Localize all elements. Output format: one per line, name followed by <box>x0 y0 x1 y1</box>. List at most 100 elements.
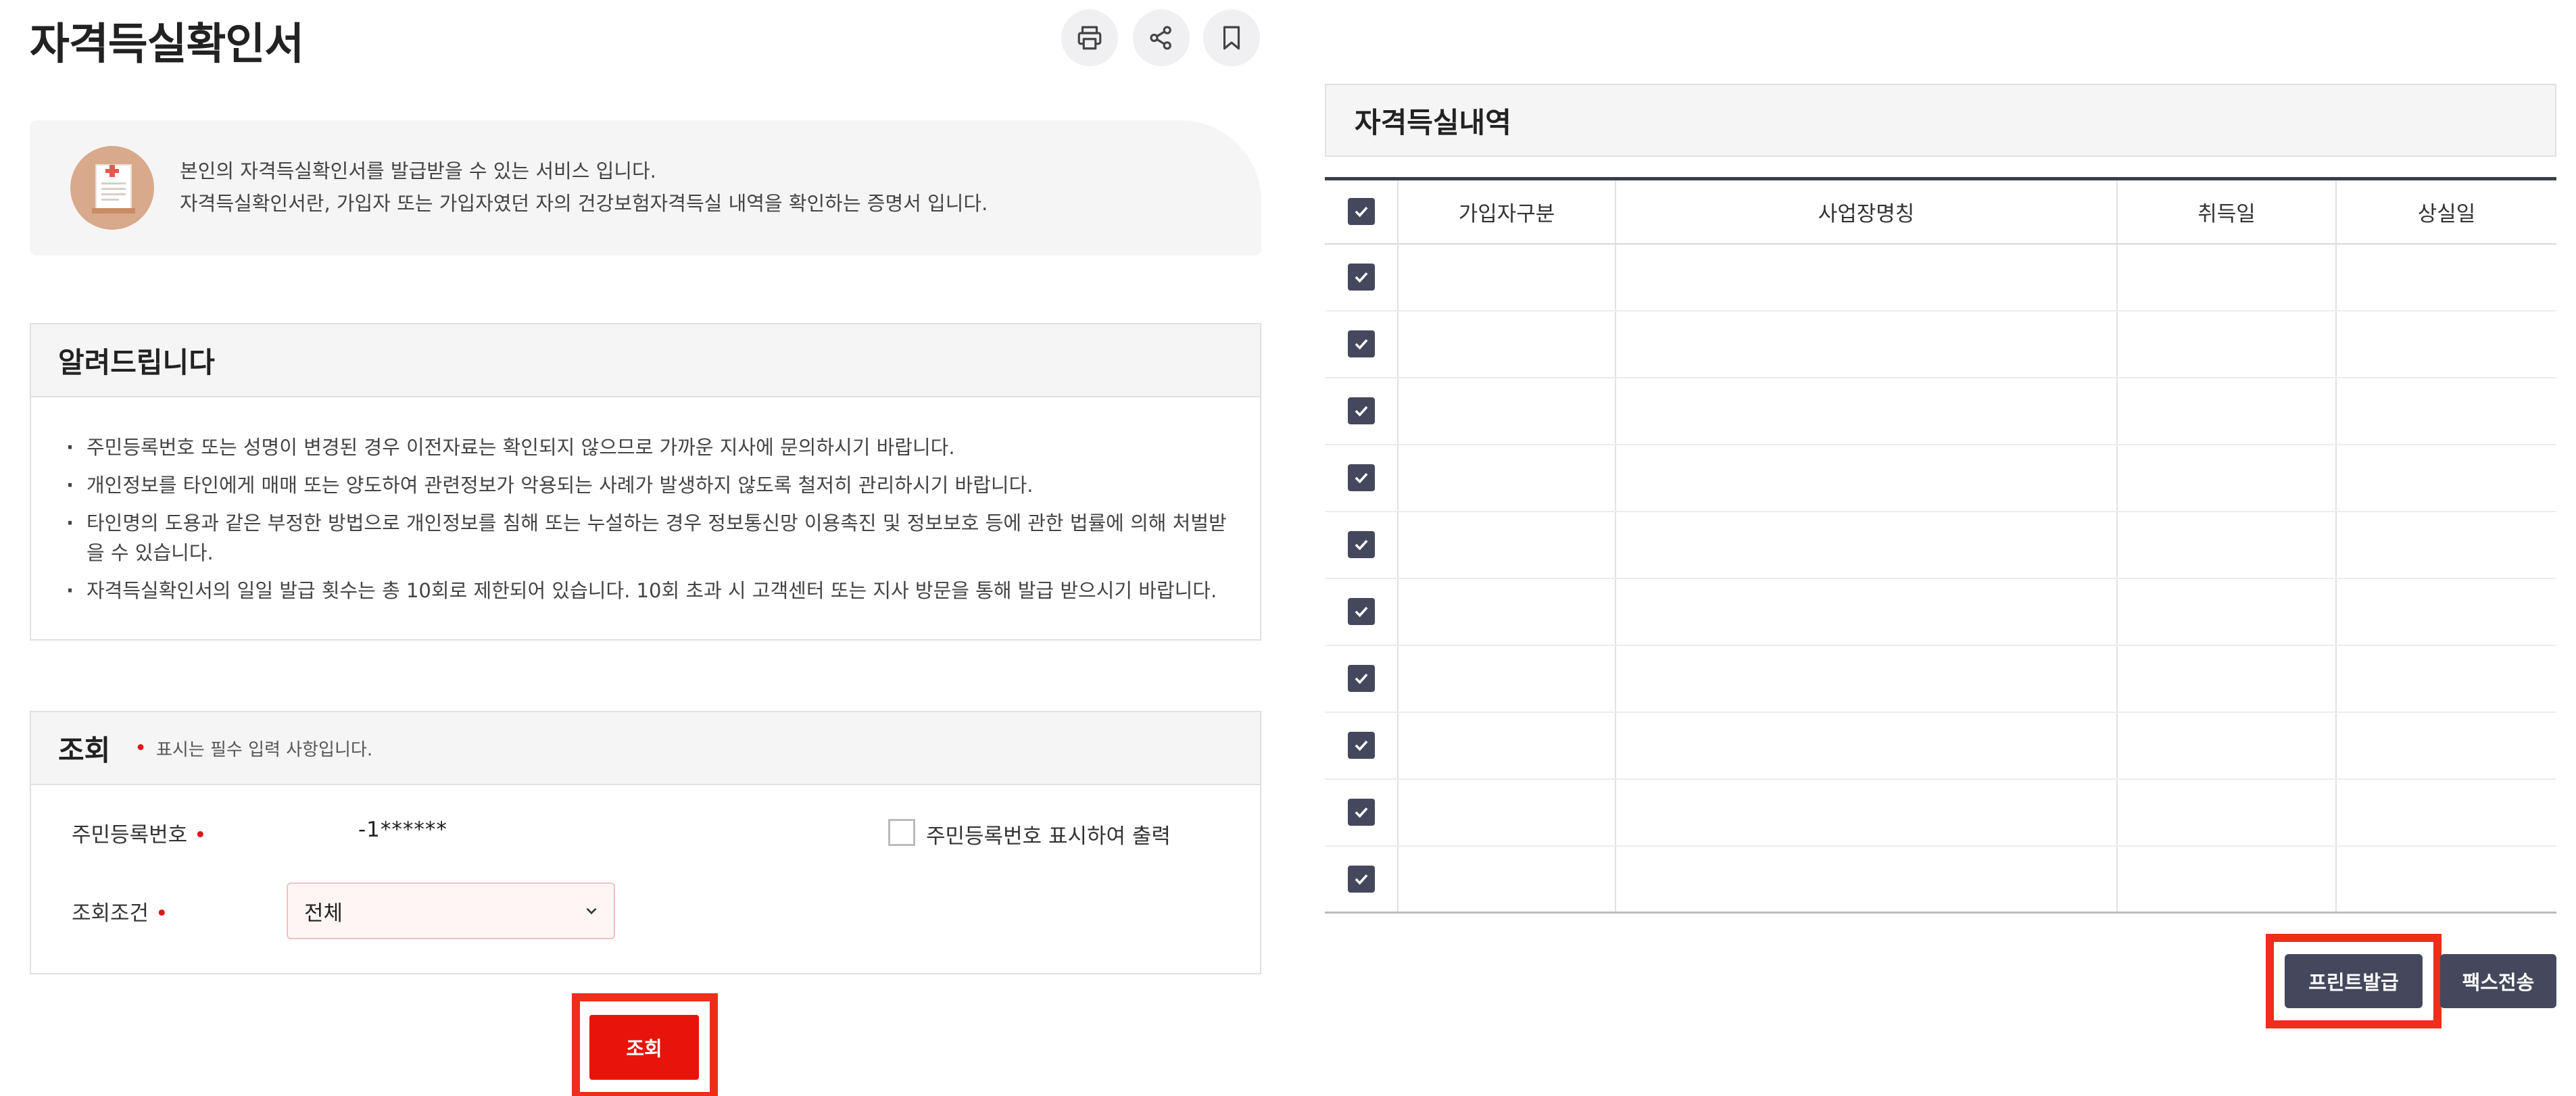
table-cell <box>2335 645 2556 713</box>
row-checkbox[interactable] <box>1347 330 1375 357</box>
row-select-cell <box>1325 511 1398 579</box>
table-cell <box>1615 845 2117 914</box>
table-row[interactable] <box>1325 645 2556 713</box>
table-cell <box>2335 377 2556 445</box>
table-row[interactable] <box>1325 845 2556 914</box>
history-header: 자격득실내역 <box>1325 84 2556 157</box>
notice-item: 주민등록번호 또는 성명이 변경된 경우 이전자료는 확인되지 않으므로 가까운… <box>66 432 1229 462</box>
row-select-cell <box>1325 377 1398 445</box>
search-button[interactable]: 조회 <box>589 1015 699 1080</box>
check-icon <box>1355 740 1367 751</box>
printer-icon <box>1077 26 1102 50</box>
table-cell <box>1615 310 2117 378</box>
column-header-member-type[interactable]: 가입자구분 <box>1397 177 1615 245</box>
row-checkbox[interactable] <box>1347 598 1375 625</box>
table-cell <box>1615 645 2117 713</box>
show-rrn-checkbox[interactable] <box>888 819 915 846</box>
chevron-down-icon <box>586 907 597 915</box>
notice-list: 주민등록번호 또는 성명이 변경된 경우 이전자료는 확인되지 않으므로 가까운… <box>31 397 1260 605</box>
condition-select[interactable]: 전체 <box>287 882 615 939</box>
row-select-cell <box>1325 444 1398 512</box>
row-select-cell <box>1325 845 1398 914</box>
column-header-lost-date[interactable]: 상실일 <box>2335 177 2556 245</box>
row-checkbox[interactable] <box>1347 531 1375 558</box>
row-checkbox[interactable] <box>1347 865 1375 893</box>
table-cell <box>1397 645 1615 713</box>
table-row[interactable] <box>1325 578 2556 646</box>
share-button[interactable] <box>1133 9 1190 66</box>
table-header-row: 가입자구분 사업장명칭 취득일 상실일 <box>1325 177 2556 245</box>
check-icon <box>1355 807 1367 818</box>
notice-section: 알려드립니다 주민등록번호 또는 성명이 변경된 경우 이전자료는 확인되지 않… <box>30 323 1261 641</box>
history-title: 자격득실내역 <box>1355 105 1511 139</box>
required-note: 표시는 필수 입력 사항입니다. <box>155 739 373 760</box>
table-cell <box>2116 511 2336 579</box>
fax-send-button[interactable]: 팩스전송 <box>2440 954 2556 1008</box>
check-icon <box>1355 272 1367 283</box>
table-cell <box>2335 310 2556 378</box>
table-cell <box>1397 444 1615 512</box>
query-title: 조회 <box>58 733 111 767</box>
table-cell <box>1397 845 1615 914</box>
column-header-workplace[interactable]: 사업장명칭 <box>1615 177 2117 245</box>
table-row[interactable] <box>1325 712 2556 780</box>
row-checkbox[interactable] <box>1347 799 1375 826</box>
intro-line-1: 본인의 자격득실확인서를 발급받을 수 있는 서비스 입니다. <box>180 159 656 182</box>
table-row[interactable] <box>1325 310 2556 378</box>
table-cell <box>2116 578 2336 646</box>
condition-value: 전체 <box>304 901 343 926</box>
table-cell <box>1397 377 1615 445</box>
bookmark-icon <box>1223 26 1240 50</box>
rrn-value: -1****** <box>358 818 447 842</box>
row-checkbox[interactable] <box>1347 464 1375 491</box>
table-cell <box>1615 511 2117 579</box>
table-cell <box>2116 243 2336 312</box>
print-issue-button[interactable]: 프린트발급 <box>2285 954 2423 1008</box>
table-cell <box>1615 712 2117 780</box>
table-row[interactable] <box>1325 444 2556 512</box>
row-select-cell <box>1325 310 1398 378</box>
table-cell <box>2116 845 2336 914</box>
column-header-acquired-date[interactable]: 취득일 <box>2116 177 2336 245</box>
required-mark: • <box>155 901 168 926</box>
select-all-checkbox[interactable] <box>1347 198 1375 226</box>
print-button[interactable] <box>1061 9 1118 66</box>
bookmark-button[interactable] <box>1203 9 1260 66</box>
table-cell <box>2335 444 2556 512</box>
required-mark: • <box>135 736 147 760</box>
table-row[interactable] <box>1325 243 2556 312</box>
table-cell <box>2335 578 2556 646</box>
row-checkbox[interactable] <box>1347 397 1375 424</box>
table-cell <box>2335 243 2556 312</box>
table-cell <box>1397 310 1615 378</box>
table-cell <box>1397 578 1615 646</box>
row-checkbox[interactable] <box>1347 732 1375 759</box>
history-table: 가입자구분 사업장명칭 취득일 상실일 <box>1325 177 2556 914</box>
page-title: 자격득실확인서 <box>30 20 304 70</box>
check-icon <box>1355 339 1367 350</box>
show-rrn-label[interactable]: 주민등록번호 표시하여 출력 <box>926 819 1171 849</box>
table-row[interactable] <box>1325 511 2556 579</box>
table-cell <box>2116 377 2336 445</box>
check-icon <box>1355 673 1367 684</box>
table-cell <box>1397 712 1615 780</box>
check-icon <box>1355 606 1367 618</box>
table-cell <box>2335 712 2556 780</box>
row-select-cell <box>1325 645 1398 713</box>
notice-item: 자격득실확인서의 일일 발급 횟수는 총 10회로 제한되어 있습니다. 10회… <box>66 576 1229 605</box>
row-checkbox[interactable] <box>1347 264 1375 291</box>
row-select-cell <box>1325 578 1398 646</box>
check-icon <box>1355 472 1367 484</box>
table-cell <box>1615 243 2117 312</box>
table-cell <box>2335 778 2556 847</box>
rrn-label: 주민등록번호 • <box>72 823 207 847</box>
row-select-cell <box>1325 243 1398 312</box>
check-icon <box>1355 874 1367 885</box>
share-icon <box>1150 26 1171 50</box>
row-checkbox[interactable] <box>1347 665 1375 692</box>
table-row[interactable] <box>1325 778 2556 847</box>
notice-item: 개인정보를 타인에게 매매 또는 양도하여 관련정보가 악용되는 사례가 발생하… <box>66 470 1229 500</box>
table-row[interactable] <box>1325 377 2556 445</box>
check-icon <box>1355 207 1367 218</box>
table-cell <box>2116 778 2336 847</box>
